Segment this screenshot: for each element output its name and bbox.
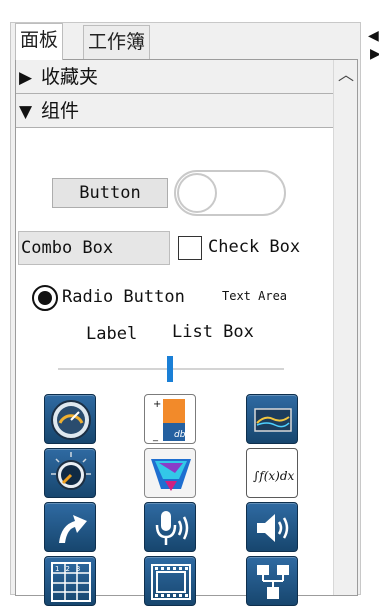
vu-meter-icon[interactable]: + _ db (144, 394, 196, 444)
section-favorites-header[interactable]: ▶ 收藏夹 (16, 60, 334, 94)
expand-triangle-icon: ▶ (19, 68, 33, 88)
vu-meter-db-text: db (174, 430, 186, 440)
microphone-icon[interactable] (144, 502, 196, 552)
arrow-icon[interactable] (44, 502, 96, 552)
panel-collapse-left-icon[interactable]: ◀ (368, 28, 379, 44)
component-list-box[interactable]: List Box (170, 322, 256, 342)
table-grid-icon[interactable]: 123 (44, 556, 96, 606)
table-header-text: 123 (55, 565, 86, 573)
toggle-knob (177, 173, 217, 213)
radio-label: Radio Button (62, 287, 185, 307)
component-checkbox[interactable] (178, 236, 202, 260)
knob-icon[interactable] (44, 448, 96, 498)
speaker-icon[interactable] (246, 502, 298, 552)
tab-workbook[interactable]: 工作簿 (83, 25, 151, 59)
tab-bar: 面板 工作簿 (11, 23, 360, 60)
component-combo-box[interactable]: Combo Box (18, 231, 170, 265)
tab-panel[interactable]: 面板 (15, 23, 64, 60)
gauge-icon[interactable] (44, 394, 96, 444)
section-components-header[interactable]: ▼ 组件 (16, 94, 334, 128)
formula-icon[interactable]: ∫f(x)dx (246, 448, 298, 498)
svg-text:_: _ (152, 431, 159, 442)
formula-text: ∫f(x)dx (253, 469, 295, 483)
film-frame-icon[interactable] (144, 556, 196, 606)
svg-text:+: + (153, 399, 161, 410)
section-favorites-label: 收藏夹 (41, 66, 99, 88)
section-components-label: 组件 (41, 100, 80, 122)
component-radio-button[interactable] (32, 285, 58, 311)
component-toggle-switch[interactable] (174, 170, 286, 216)
vertical-scrollbar[interactable]: ︿ (333, 60, 357, 595)
chart-display-icon[interactable] (246, 394, 298, 444)
panel-collapse-right-icon[interactable]: ▶ (370, 46, 379, 62)
panel-container: 面板 工作簿 ▶ 收藏夹 ▼ 组件 ︿ Button Combo Box Check… (10, 22, 361, 606)
radio-selected-dot (38, 291, 52, 305)
collapse-triangle-icon: ▼ (19, 102, 33, 122)
component-text-area[interactable]: Text Area (222, 289, 287, 303)
component-button[interactable]: Button (52, 178, 168, 208)
component-slider-thumb[interactable] (167, 356, 173, 382)
component-browser: ▶ 收藏夹 ▼ 组件 ︿ Button Combo Box Check Box Ra… (15, 59, 358, 606)
surface-plot-icon[interactable] (144, 448, 196, 498)
scroll-up-icon[interactable]: ︿ (336, 64, 356, 84)
tree-layout-icon[interactable] (246, 556, 298, 606)
component-label: Label (86, 324, 138, 344)
checkbox-label: Check Box (208, 237, 301, 257)
